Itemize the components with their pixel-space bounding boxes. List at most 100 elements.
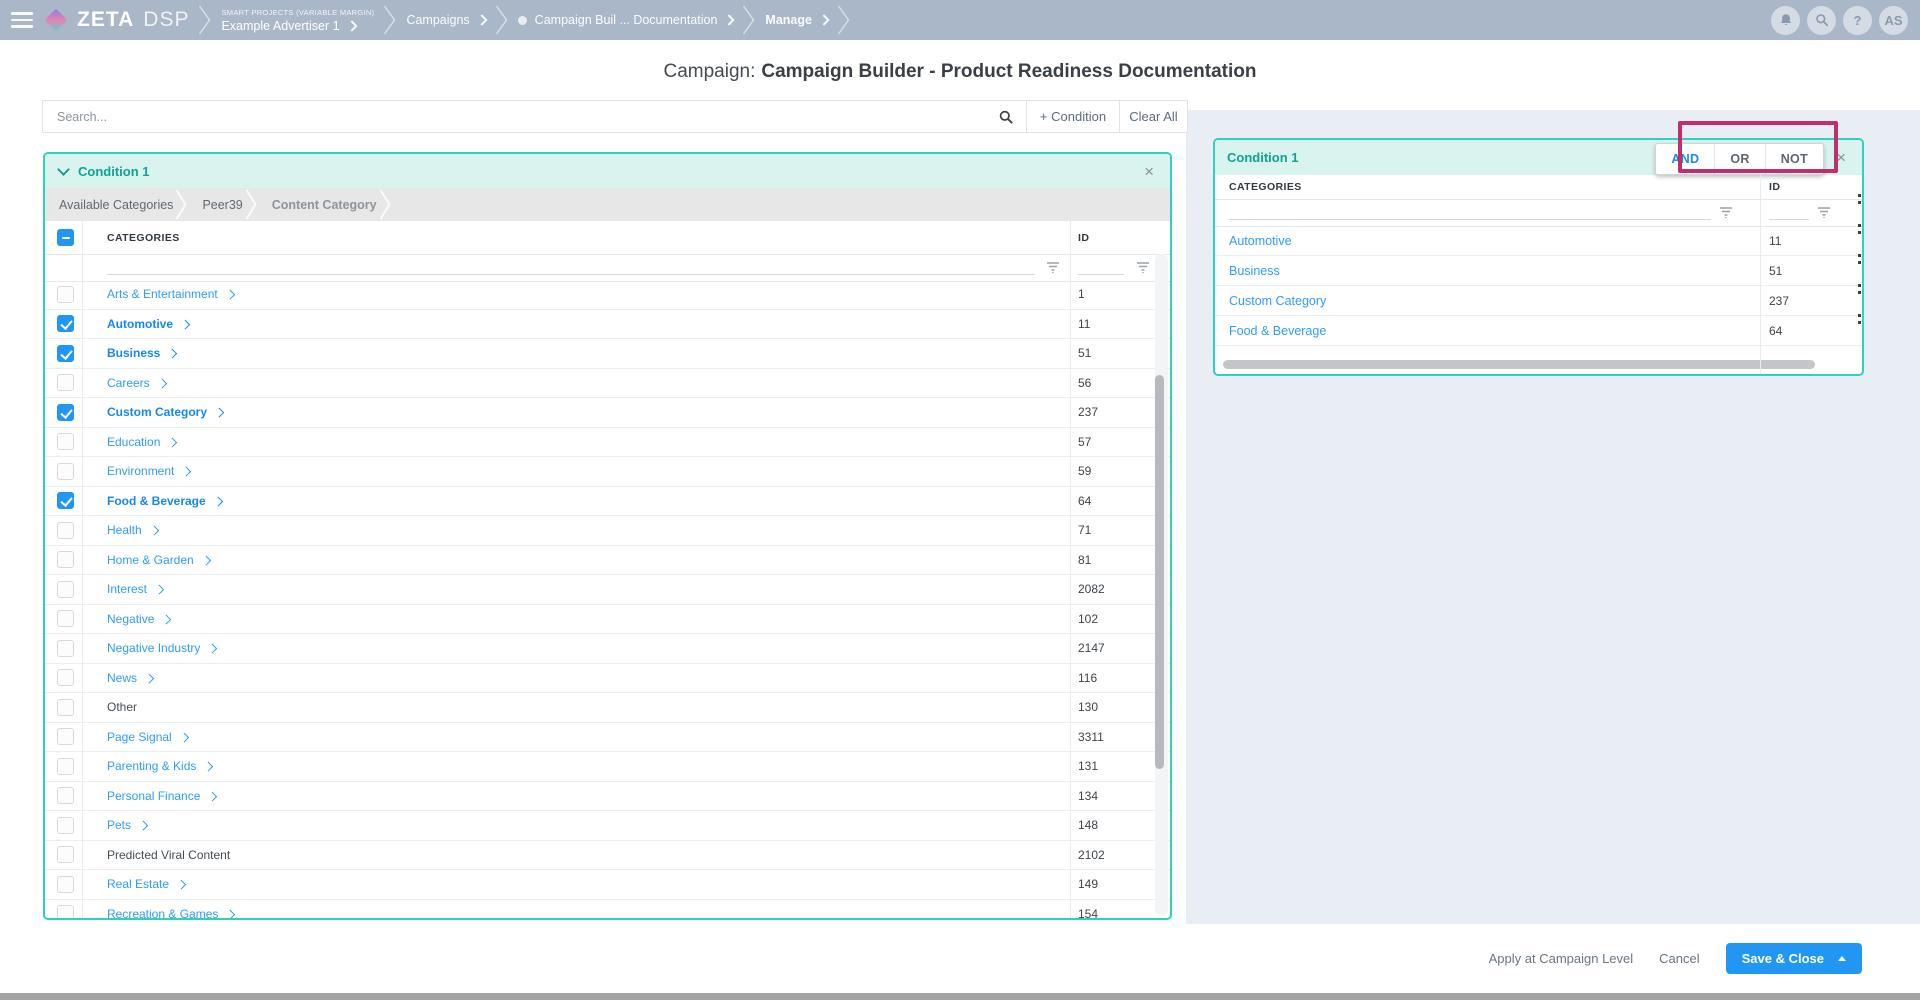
categories-filter-input[interactable] xyxy=(107,274,1035,275)
filter-icon[interactable] xyxy=(1719,206,1733,219)
left-panel-close-icon[interactable]: × xyxy=(1140,161,1158,182)
category-link[interactable]: Careers xyxy=(107,376,165,390)
expand-chevron-icon[interactable] xyxy=(204,762,213,771)
expand-chevron-icon[interactable] xyxy=(139,821,148,830)
expand-chevron-icon[interactable] xyxy=(225,290,234,299)
row-checkbox[interactable] xyxy=(57,787,74,804)
tab-content-category[interactable]: Content Category xyxy=(258,188,379,221)
expand-chevron-icon[interactable] xyxy=(201,555,210,564)
row-checkbox[interactable] xyxy=(57,817,74,834)
category-link[interactable]: Pets xyxy=(107,818,147,832)
tab-peer39[interactable]: Peer39 xyxy=(188,188,244,221)
category-link[interactable]: Business xyxy=(107,346,176,360)
category-link[interactable]: News xyxy=(107,671,153,685)
category-link[interactable]: Food & Beverage xyxy=(107,494,221,508)
filter-icon[interactable] xyxy=(1136,261,1150,274)
row-checkbox[interactable] xyxy=(57,551,74,568)
category-link[interactable]: Food & Beverage xyxy=(1229,324,1326,338)
row-checkbox[interactable] xyxy=(57,345,74,362)
expand-chevron-icon[interactable] xyxy=(155,585,164,594)
expand-chevron-icon[interactable] xyxy=(226,909,235,918)
category-link[interactable]: Custom Category xyxy=(107,405,223,419)
row-checkbox[interactable] xyxy=(57,610,74,627)
row-checkbox[interactable] xyxy=(57,640,74,657)
expand-chevron-icon[interactable] xyxy=(177,880,186,889)
row-checkbox[interactable] xyxy=(57,699,74,716)
vertical-scrollbar[interactable] xyxy=(1155,254,1168,916)
expand-chevron-icon[interactable] xyxy=(208,644,217,653)
row-checkbox[interactable] xyxy=(57,846,74,863)
category-link[interactable]: Automotive xyxy=(107,317,189,331)
category-link[interactable]: Recreation & Games xyxy=(107,907,234,918)
global-search-icon[interactable] xyxy=(1807,6,1836,35)
row-checkbox[interactable] xyxy=(57,404,74,421)
id-filter-input[interactable] xyxy=(1078,274,1124,275)
breadcrumb-advertiser[interactable]: SMART PROJECTS (VARIABLE MARGIN) Example… xyxy=(221,8,374,33)
id-filter-input[interactable] xyxy=(1769,219,1809,220)
category-link[interactable]: Health xyxy=(107,523,157,537)
save-close-button[interactable]: Save & Close xyxy=(1726,943,1862,974)
row-checkbox[interactable] xyxy=(57,286,74,303)
filter-icon[interactable] xyxy=(1817,206,1831,219)
category-link[interactable]: Education xyxy=(107,435,176,449)
row-checkbox[interactable] xyxy=(57,581,74,598)
expand-chevron-icon[interactable] xyxy=(168,349,177,358)
tab-available-categories[interactable]: Available Categories xyxy=(45,188,175,221)
row-checkbox[interactable] xyxy=(57,315,74,332)
row-checkbox[interactable] xyxy=(57,433,74,450)
categories-filter-input[interactable] xyxy=(1229,219,1711,220)
expand-chevron-icon[interactable] xyxy=(168,437,177,446)
expand-chevron-icon[interactable] xyxy=(215,408,224,417)
category-link[interactable]: Page Signal xyxy=(107,730,187,744)
zeta-dsp-logo[interactable]: ZETA DSP xyxy=(48,8,189,32)
row-checkbox[interactable] xyxy=(57,876,74,893)
expand-chevron-icon[interactable] xyxy=(182,467,191,476)
category-link[interactable]: Negative xyxy=(107,612,170,626)
collapse-chevron-icon[interactable] xyxy=(57,163,70,176)
category-link[interactable]: Other xyxy=(107,700,137,714)
expand-chevron-icon[interactable] xyxy=(149,526,158,535)
notifications-bell-icon[interactable] xyxy=(1771,6,1800,35)
right-panel-close-icon[interactable]: × xyxy=(1832,147,1850,168)
expand-chevron-icon[interactable] xyxy=(181,319,190,328)
category-link[interactable]: Environment xyxy=(107,464,190,478)
expand-chevron-icon[interactable] xyxy=(179,732,188,741)
row-checkbox[interactable] xyxy=(57,374,74,391)
row-checkbox[interactable] xyxy=(57,758,74,775)
search-icon[interactable] xyxy=(998,109,1014,125)
category-link[interactable]: Arts & Entertainment xyxy=(107,287,233,301)
category-link[interactable]: Business xyxy=(1229,264,1280,278)
apply-campaign-level-link[interactable]: Apply at Campaign Level xyxy=(1489,951,1634,966)
operator-and-button[interactable]: AND xyxy=(1656,144,1714,174)
cancel-link[interactable]: Cancel xyxy=(1659,951,1699,966)
row-checkbox[interactable] xyxy=(57,492,74,509)
horizontal-scrollbar-thumb[interactable] xyxy=(1223,360,1815,369)
row-checkbox[interactable] xyxy=(57,522,74,539)
row-checkbox[interactable] xyxy=(57,728,74,745)
expand-chevron-icon[interactable] xyxy=(145,673,154,682)
operator-or-button[interactable]: OR xyxy=(1714,144,1764,174)
expand-chevron-icon[interactable] xyxy=(208,791,217,800)
help-icon[interactable]: ? xyxy=(1843,6,1872,35)
category-link[interactable]: Custom Category xyxy=(1229,294,1326,308)
menu-icon[interactable] xyxy=(11,12,33,28)
category-link[interactable]: Real Estate xyxy=(107,877,185,891)
filter-icon[interactable] xyxy=(1046,261,1060,274)
category-link[interactable]: Parenting & Kids xyxy=(107,759,212,773)
select-all-checkbox[interactable] xyxy=(57,229,74,246)
vertical-scrollbar-thumb[interactable] xyxy=(1155,375,1164,769)
category-link[interactable]: Predicted Viral Content xyxy=(107,848,230,862)
row-checkbox[interactable] xyxy=(57,905,74,918)
breadcrumb-campaign-buil-documentation[interactable]: Campaign Buil ... Documentation xyxy=(518,13,734,27)
search-input[interactable] xyxy=(43,110,998,124)
clear-all-button[interactable]: Clear All xyxy=(1119,100,1188,133)
operator-not-button[interactable]: NOT xyxy=(1765,144,1823,174)
expand-chevron-icon[interactable] xyxy=(162,614,171,623)
expand-chevron-icon[interactable] xyxy=(157,378,166,387)
breadcrumb-campaigns[interactable]: Campaigns xyxy=(406,13,485,27)
breadcrumb-manage[interactable]: Manage xyxy=(765,13,828,27)
row-checkbox[interactable] xyxy=(57,669,74,686)
row-checkbox[interactable] xyxy=(57,463,74,480)
category-link[interactable]: Automotive xyxy=(1229,234,1292,248)
category-link[interactable]: Home & Garden xyxy=(107,553,209,567)
